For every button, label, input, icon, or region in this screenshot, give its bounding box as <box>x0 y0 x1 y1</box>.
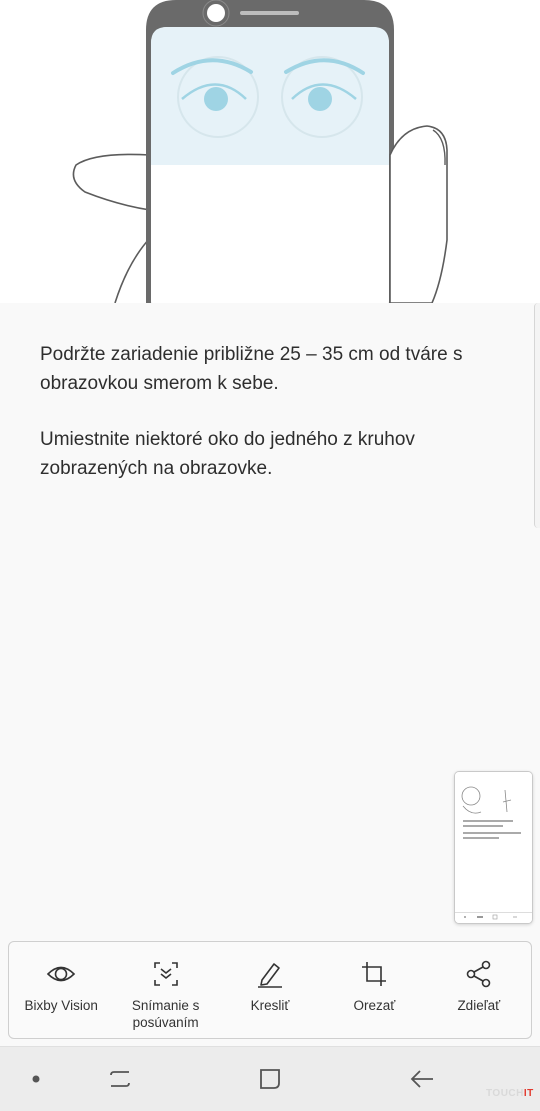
bixby-vision-label: Bixby Vision <box>24 998 98 1013</box>
crop-icon <box>362 962 387 986</box>
screenshot-toolbar: Bixby Vision Snímanie s posúvaním Kresli… <box>8 941 532 1039</box>
screenshot-preview-thumbnail[interactable] <box>454 771 533 924</box>
right-iris-illustration <box>308 87 332 111</box>
watermark-prefix: TOUCH <box>486 1088 524 1099</box>
share-button[interactable]: Zdieľať <box>427 942 531 1038</box>
left-iris-illustration <box>204 87 228 111</box>
home-button[interactable] <box>235 1047 305 1111</box>
speaker-illustration <box>240 11 299 15</box>
draw-label: Kresliť <box>250 998 290 1013</box>
dot-indicator-icon <box>32 1075 40 1083</box>
navigation-bar <box>0 1046 540 1111</box>
front-camera-illustration <box>207 4 225 22</box>
iris-scan-illustration <box>0 0 540 303</box>
instruction-text-eye-position: Umiestnite niektoré oko do jedného z kru… <box>40 429 415 479</box>
share-label: Zdieľať <box>457 998 501 1013</box>
watermark-suffix: IT <box>523 1088 534 1099</box>
left-thumb-illustration <box>72 153 151 303</box>
dot-indicator-button[interactable] <box>1 1047 71 1111</box>
home-icon <box>260 1069 280 1089</box>
scroll-capture-icon <box>153 962 178 986</box>
watermark: TOUCHIT <box>486 1088 534 1099</box>
bixby-vision-button[interactable]: Bixby Vision <box>9 942 113 1038</box>
scroll-capture-label: Snímanie s posúvaním <box>131 998 200 1030</box>
recent-apps-button[interactable] <box>85 1047 155 1111</box>
share-icon <box>466 960 491 988</box>
back-icon <box>410 1070 433 1088</box>
crop-button[interactable]: Orezať <box>322 942 426 1038</box>
draw-button[interactable]: Kresliť <box>218 942 322 1038</box>
back-button[interactable] <box>387 1047 457 1111</box>
crop-label: Orezať <box>353 998 396 1013</box>
recent-apps-icon <box>110 1071 130 1087</box>
pencil-icon <box>258 963 283 988</box>
right-fingers-illustration <box>389 125 448 303</box>
eye-icon <box>47 966 76 982</box>
scroll-capture-button[interactable]: Snímanie s posúvaním <box>113 942 217 1038</box>
side-panel-handle[interactable] <box>534 303 540 528</box>
instruction-text-distance: Podržte zariadenie približne 25 – 35 cm … <box>40 344 463 394</box>
